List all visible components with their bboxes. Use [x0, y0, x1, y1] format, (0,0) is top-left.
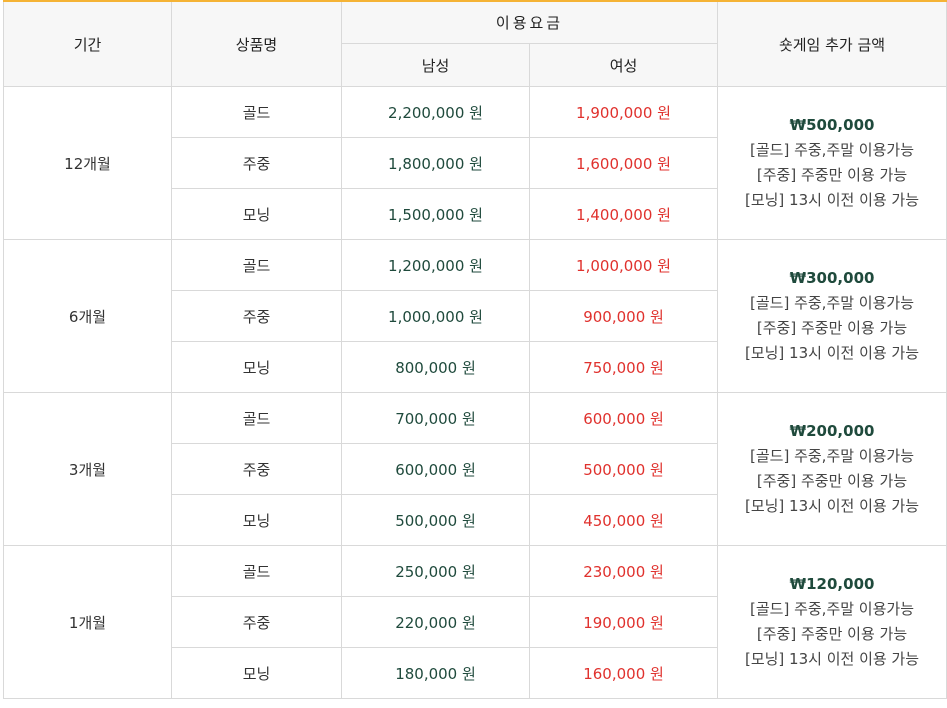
product-cell: 모닝: [171, 341, 342, 393]
header-extra: 숏게임 추가 금액: [717, 1, 947, 87]
female-price-cell: 600,000 원: [528, 392, 719, 444]
product-cell: 모닝: [171, 188, 342, 240]
header-product: 상품명: [171, 1, 342, 87]
extra-fee-cell: ₩200,000 [골드] 주중,주말 이용가능 [주중] 주중만 이용 가능 [모닝…: [717, 392, 947, 546]
female-price-cell: 1,900,000 원: [528, 86, 719, 138]
extra-fee-note: [골드] 주중,주말 이용가능: [750, 294, 915, 312]
female-price-cell: 1,000,000 원: [528, 239, 719, 291]
table-row: 6개월 골드 1,200,000 원 1,000,000 원 ₩300,000 [골드] …: [3, 239, 947, 393]
header-row: 기간 상품명 이용요금 숏게임 추가 금액: [3, 1, 947, 87]
male-price-cell: 500,000 원: [341, 494, 530, 546]
male-price-cell: 600,000 원: [341, 443, 530, 495]
male-price-cell: 800,000 원: [341, 341, 530, 393]
product-cell: 주중: [171, 443, 342, 495]
extra-fee-note: [골드] 주중,주말 이용가능: [750, 141, 915, 159]
extra-fee-note: [모닝] 13시 이전 이용 가능: [744, 344, 920, 362]
female-price-cell: 900,000 원: [528, 290, 719, 342]
female-price-cell: 1,600,000 원: [528, 137, 719, 189]
male-price-cell: 220,000 원: [341, 596, 530, 648]
female-price-cell: 500,000 원: [528, 443, 719, 495]
male-price-cell: 2,200,000 원: [341, 86, 530, 138]
female-price-cell: 190,000 원: [528, 596, 719, 648]
male-price-cell: 1,800,000 원: [341, 137, 530, 189]
product-cell: 골드: [171, 86, 342, 138]
product-cell: 주중: [171, 137, 342, 189]
price-table-body: 12개월 골드 2,200,000 원 1,900,000 원 ₩500,000 [골드]…: [3, 86, 947, 699]
extra-fee-note: [골드] 주중,주말 이용가능: [750, 600, 915, 618]
extra-fee-cell: ₩300,000 [골드] 주중,주말 이용가능 [주중] 주중만 이용 가능 [모닝…: [717, 239, 947, 393]
product-cell: 골드: [171, 545, 342, 597]
extra-fee-cell: ₩120,000 [골드] 주중,주말 이용가능 [주중] 주중만 이용 가능 [모닝…: [717, 545, 947, 699]
male-price-cell: 1,000,000 원: [341, 290, 530, 342]
price-table: 기간 상품명 이용요금 숏게임 추가 금액 남성 여성 12개월 골드 2,200,…: [3, 0, 947, 699]
header-male: 남성: [341, 43, 530, 87]
extra-fee-amount: ₩500,000: [789, 116, 875, 134]
extra-fee-note: [주중] 주중만 이용 가능: [756, 625, 908, 643]
male-price-cell: 250,000 원: [341, 545, 530, 597]
period-cell: 12개월: [3, 86, 172, 240]
extra-fee-note: [모닝] 13시 이전 이용 가능: [744, 650, 920, 668]
product-cell: 골드: [171, 392, 342, 444]
extra-fee-note: [골드] 주중,주말 이용가능: [750, 447, 915, 465]
product-cell: 골드: [171, 239, 342, 291]
female-price-cell: 1,400,000 원: [528, 188, 719, 240]
female-price-cell: 230,000 원: [528, 545, 719, 597]
header-period: 기간: [3, 1, 172, 87]
female-price-cell: 160,000 원: [528, 647, 719, 699]
male-price-cell: 1,500,000 원: [341, 188, 530, 240]
product-cell: 모닝: [171, 647, 342, 699]
price-table-container: 기간 상품명 이용요금 숏게임 추가 금액 남성 여성 12개월 골드 2,200,…: [3, 0, 947, 699]
female-price-cell: 750,000 원: [528, 341, 719, 393]
period-cell: 1개월: [3, 545, 172, 699]
male-price-cell: 700,000 원: [341, 392, 530, 444]
header-female: 여성: [528, 43, 719, 87]
period-cell: 6개월: [3, 239, 172, 393]
female-price-cell: 450,000 원: [528, 494, 719, 546]
extra-fee-note: [주중] 주중만 이용 가능: [756, 472, 908, 490]
header-fee: 이용요금: [340, 1, 719, 44]
extra-fee-note: [주중] 주중만 이용 가능: [756, 319, 908, 337]
extra-fee-cell: ₩500,000 [골드] 주중,주말 이용가능 [주중] 주중만 이용 가능 [모닝…: [717, 86, 947, 240]
table-row: 12개월 골드 2,200,000 원 1,900,000 원 ₩500,000 [골드]…: [3, 86, 947, 240]
extra-fee-amount: ₩120,000: [789, 575, 875, 593]
table-row: 1개월 골드 250,000 원 230,000 원 ₩120,000 [골드] 주중,주…: [3, 545, 947, 699]
product-cell: 주중: [171, 290, 342, 342]
product-cell: 주중: [171, 596, 342, 648]
extra-fee-note: [모닝] 13시 이전 이용 가능: [744, 191, 920, 209]
product-cell: 모닝: [171, 494, 342, 546]
period-cell: 3개월: [3, 392, 172, 546]
male-price-cell: 1,200,000 원: [341, 239, 530, 291]
male-price-cell: 180,000 원: [341, 647, 530, 699]
extra-fee-amount: ₩200,000: [789, 422, 875, 440]
table-row: 3개월 골드 700,000 원 600,000 원 ₩200,000 [골드] 주중,주…: [3, 392, 947, 546]
extra-fee-note: [주중] 주중만 이용 가능: [756, 166, 908, 184]
extra-fee-note: [모닝] 13시 이전 이용 가능: [744, 497, 920, 515]
extra-fee-amount: ₩300,000: [789, 269, 875, 287]
